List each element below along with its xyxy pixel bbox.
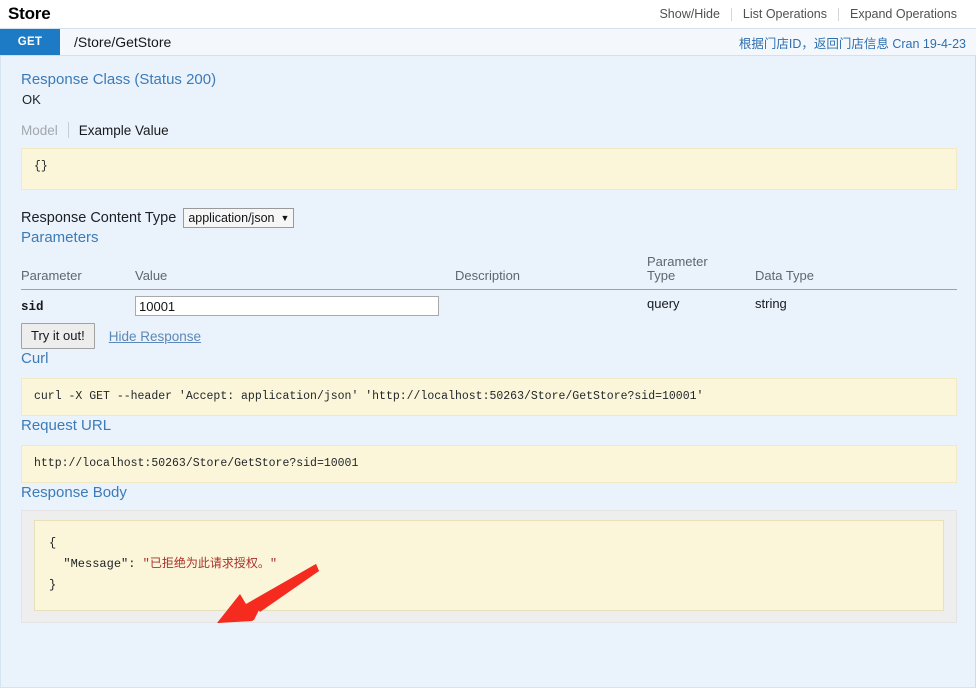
- show-hide-link[interactable]: Show/Hide: [648, 7, 730, 21]
- column-data-type: Data Type: [755, 253, 957, 290]
- resource-header: Store Show/Hide List Operations Expand O…: [0, 0, 976, 28]
- parameter-name-cell: sid: [21, 290, 135, 321]
- tab-example-value[interactable]: Example Value: [69, 123, 169, 138]
- hide-response-link[interactable]: Hide Response: [109, 329, 201, 344]
- column-description: Description: [455, 253, 647, 290]
- response-body-code: { "Message": "已拒绝为此请求授权。" }: [34, 520, 944, 611]
- expand-operations-link[interactable]: Expand Operations: [839, 7, 968, 21]
- response-content-type-row: Response Content Type application/json ▼: [21, 208, 957, 228]
- json-key-message: "Message":: [63, 557, 136, 571]
- response-content-type-label: Response Content Type: [21, 210, 177, 226]
- operation-header[interactable]: GET /Store/GetStore 根据门店ID，返回门店信息 Cran 1…: [0, 28, 976, 56]
- request-url-heading: Request URL: [21, 417, 112, 434]
- table-header-row: Parameter Value Description Parameter Ty…: [21, 253, 957, 290]
- try-it-out-row: Try it out! Hide Response: [21, 323, 957, 349]
- response-content-type-select[interactable]: application/json ▼: [183, 208, 295, 228]
- parameter-value-cell: [135, 290, 455, 321]
- response-class-heading: Response Class (Status 200): [21, 71, 217, 88]
- try-it-out-button[interactable]: Try it out!: [21, 323, 95, 349]
- curl-command: curl -X GET --header 'Accept: applicatio…: [21, 378, 957, 416]
- chevron-down-icon: ▼: [280, 213, 290, 223]
- column-parameter-type: Parameter Type: [647, 253, 755, 290]
- resource-options: Show/Hide List Operations Expand Operati…: [648, 7, 974, 21]
- json-open-brace: {: [49, 536, 57, 550]
- column-parameter-type-line2: Type: [647, 268, 676, 283]
- swagger-ui-page: Store Show/Hide List Operations Expand O…: [0, 0, 976, 688]
- request-url-value: http://localhost:50263/Store/GetStore?si…: [21, 445, 957, 483]
- model-example-tabs: Model Example Value: [21, 121, 957, 139]
- operation-summary: 根据门店ID，返回门店信息 Cran 19-4-23: [738, 36, 966, 51]
- operation-spacer: [171, 29, 739, 55]
- operation-path[interactable]: /Store/GetStore: [60, 29, 171, 55]
- json-value-message: "已拒绝为此请求授权。": [142, 557, 278, 571]
- list-operations-link[interactable]: List Operations: [732, 7, 838, 21]
- http-method-badge: GET: [0, 29, 60, 55]
- operation-content: Response Class (Status 200) OK Model Exa…: [0, 56, 976, 688]
- parameters-table: Parameter Value Description Parameter Ty…: [21, 253, 957, 320]
- parameters-heading: Parameters: [21, 229, 99, 246]
- resource-title: Store: [8, 4, 51, 23]
- response-body-heading: Response Body: [21, 484, 127, 501]
- json-close-brace: }: [49, 578, 57, 592]
- column-value: Value: [135, 253, 455, 290]
- parameter-type-value: query: [647, 296, 680, 311]
- example-value-code: {}: [21, 148, 957, 190]
- table-row: sid query string: [21, 290, 957, 321]
- parameter-description: [455, 290, 647, 321]
- response-body-wrapper: { "Message": "已拒绝为此请求授权。" }: [21, 510, 957, 623]
- column-parameter-type-line1: Parameter: [647, 254, 708, 269]
- column-parameter: Parameter: [21, 253, 135, 290]
- response-class-status-text: OK: [22, 92, 41, 107]
- parameter-data-type-value: string: [755, 296, 787, 311]
- curl-heading: Curl: [21, 350, 49, 367]
- parameter-name: sid: [21, 300, 44, 314]
- tab-model[interactable]: Model: [21, 123, 68, 138]
- response-content-type-value: application/json: [188, 211, 275, 225]
- parameter-value-input[interactable]: [135, 296, 439, 316]
